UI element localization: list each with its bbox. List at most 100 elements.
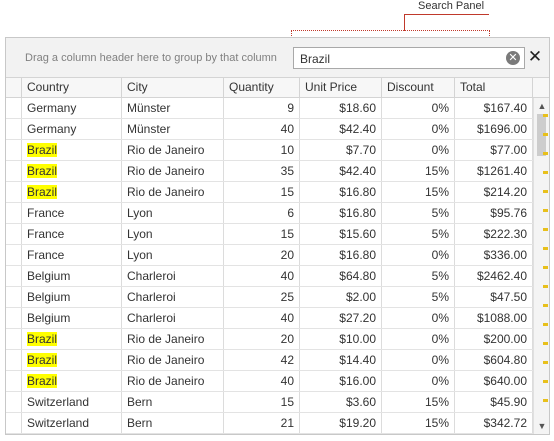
row-indicator-cell[interactable] xyxy=(6,140,22,160)
cell-discount[interactable]: 15% xyxy=(382,161,455,181)
cell-discount[interactable]: 0% xyxy=(382,140,455,160)
cell-country[interactable]: France xyxy=(22,224,122,244)
cell-unit-price[interactable]: $64.80 xyxy=(300,266,382,286)
cell-total[interactable]: $45.90 xyxy=(455,392,533,412)
table-row[interactable]: Brazil Rio de Janeiro 35 $42.40 15% $1261.40 xyxy=(6,161,533,182)
table-row[interactable]: Brazil Rio de Janeiro 42 $14.40 0% $604.80 xyxy=(6,350,533,371)
cell-city[interactable]: Münster xyxy=(122,119,224,139)
row-indicator-cell[interactable] xyxy=(6,224,22,244)
column-header-city[interactable]: City xyxy=(122,78,224,97)
cell-quantity[interactable]: 40 xyxy=(224,266,300,286)
cell-country[interactable]: Brazil xyxy=(22,371,122,391)
cell-city[interactable]: Münster xyxy=(122,98,224,118)
row-indicator-cell[interactable] xyxy=(6,350,22,370)
cell-unit-price[interactable]: $15.60 xyxy=(300,224,382,244)
cell-city[interactable]: Lyon xyxy=(122,224,224,244)
row-indicator-cell[interactable] xyxy=(6,161,22,181)
cell-city[interactable]: Charleroi xyxy=(122,287,224,307)
row-indicator-cell[interactable] xyxy=(6,371,22,391)
column-header-country[interactable]: Country xyxy=(22,78,122,97)
clear-search-icon[interactable]: ✕ xyxy=(506,51,520,65)
close-search-panel-icon[interactable]: ✕ xyxy=(527,48,543,66)
cell-total[interactable]: $342.72 xyxy=(455,413,533,433)
cell-country[interactable]: Germany xyxy=(22,119,122,139)
row-indicator-cell[interactable] xyxy=(6,245,22,265)
cell-city[interactable]: Rio de Janeiro xyxy=(122,182,224,202)
cell-total[interactable]: $1696.00 xyxy=(455,119,533,139)
vertical-scrollbar[interactable]: ▲ ▼ xyxy=(533,98,549,434)
table-row[interactable]: Belgium Charleroi 40 $64.80 5% $2462.40 xyxy=(6,266,533,287)
cell-total[interactable]: $167.40 xyxy=(455,98,533,118)
table-row[interactable]: Brazil Rio de Janeiro 40 $16.00 0% $640.00 xyxy=(6,371,533,392)
cell-quantity[interactable]: 9 xyxy=(224,98,300,118)
cell-discount[interactable]: 15% xyxy=(382,413,455,433)
row-indicator-cell[interactable] xyxy=(6,266,22,286)
cell-unit-price[interactable]: $2.00 xyxy=(300,287,382,307)
cell-quantity[interactable]: 40 xyxy=(224,119,300,139)
cell-discount[interactable]: 5% xyxy=(382,266,455,286)
cell-discount[interactable]: 5% xyxy=(382,203,455,223)
cell-discount[interactable]: 0% xyxy=(382,350,455,370)
cell-country[interactable]: Brazil xyxy=(22,329,122,349)
cell-unit-price[interactable]: $16.80 xyxy=(300,245,382,265)
cell-total[interactable]: $47.50 xyxy=(455,287,533,307)
cell-total[interactable]: $200.00 xyxy=(455,329,533,349)
cell-total[interactable]: $640.00 xyxy=(455,371,533,391)
scroll-down-arrow-icon[interactable]: ▼ xyxy=(535,419,549,433)
cell-total[interactable]: $95.76 xyxy=(455,203,533,223)
table-row[interactable]: Switzerland Bern 21 $19.20 15% $342.72 xyxy=(6,413,533,434)
cell-total[interactable]: $222.30 xyxy=(455,224,533,244)
table-row[interactable]: Brazil Rio de Janeiro 10 $7.70 0% $77.00 xyxy=(6,140,533,161)
table-row[interactable]: France Lyon 15 $15.60 5% $222.30 xyxy=(6,224,533,245)
cell-unit-price[interactable]: $14.40 xyxy=(300,350,382,370)
cell-country[interactable]: France xyxy=(22,203,122,223)
cell-quantity[interactable]: 20 xyxy=(224,245,300,265)
cell-quantity[interactable]: 20 xyxy=(224,329,300,349)
row-indicator-cell[interactable] xyxy=(6,308,22,328)
cell-discount[interactable]: 0% xyxy=(382,329,455,349)
cell-total[interactable]: $336.00 xyxy=(455,245,533,265)
cell-total[interactable]: $1088.00 xyxy=(455,308,533,328)
row-indicator-cell[interactable] xyxy=(6,98,22,118)
cell-quantity[interactable]: 15 xyxy=(224,182,300,202)
cell-city[interactable]: Rio de Janeiro xyxy=(122,161,224,181)
cell-quantity[interactable]: 15 xyxy=(224,224,300,244)
cell-city[interactable]: Charleroi xyxy=(122,308,224,328)
cell-total[interactable]: $77.00 xyxy=(455,140,533,160)
cell-unit-price[interactable]: $16.80 xyxy=(300,182,382,202)
cell-quantity[interactable]: 40 xyxy=(224,371,300,391)
scroll-up-arrow-icon[interactable]: ▲ xyxy=(535,99,549,113)
row-indicator-cell[interactable] xyxy=(6,287,22,307)
cell-city[interactable]: Bern xyxy=(122,413,224,433)
cell-city[interactable]: Bern xyxy=(122,392,224,412)
table-row[interactable]: France Lyon 6 $16.80 5% $95.76 xyxy=(6,203,533,224)
cell-discount[interactable]: 15% xyxy=(382,182,455,202)
table-row[interactable]: France Lyon 20 $16.80 0% $336.00 xyxy=(6,245,533,266)
search-input[interactable] xyxy=(300,52,490,66)
cell-country[interactable]: Belgium xyxy=(22,266,122,286)
row-indicator-cell[interactable] xyxy=(6,119,22,139)
column-header-quantity[interactable]: Quantity xyxy=(224,78,300,97)
cell-unit-price[interactable]: $10.00 xyxy=(300,329,382,349)
row-indicator-cell[interactable] xyxy=(6,329,22,349)
cell-quantity[interactable]: 10 xyxy=(224,140,300,160)
row-indicator-cell[interactable] xyxy=(6,392,22,412)
cell-unit-price[interactable]: $42.40 xyxy=(300,119,382,139)
cell-unit-price[interactable]: $16.80 xyxy=(300,203,382,223)
cell-unit-price[interactable]: $7.70 xyxy=(300,140,382,160)
table-row[interactable]: Switzerland Bern 15 $3.60 15% $45.90 xyxy=(6,392,533,413)
column-header-unit-price[interactable]: Unit Price xyxy=(300,78,382,97)
cell-city[interactable]: Rio de Janeiro xyxy=(122,350,224,370)
cell-unit-price[interactable]: $16.00 xyxy=(300,371,382,391)
cell-quantity[interactable]: 6 xyxy=(224,203,300,223)
column-header-total[interactable]: Total xyxy=(455,78,533,97)
cell-total[interactable]: $2462.40 xyxy=(455,266,533,286)
cell-country[interactable]: Belgium xyxy=(22,287,122,307)
table-row[interactable]: Germany Münster 9 $18.60 0% $167.40 xyxy=(6,98,533,119)
cell-discount[interactable]: 0% xyxy=(382,119,455,139)
cell-quantity[interactable]: 15 xyxy=(224,392,300,412)
cell-country[interactable]: Germany xyxy=(22,98,122,118)
cell-country[interactable]: Brazil xyxy=(22,350,122,370)
cell-country[interactable]: Switzerland xyxy=(22,392,122,412)
cell-quantity[interactable]: 42 xyxy=(224,350,300,370)
